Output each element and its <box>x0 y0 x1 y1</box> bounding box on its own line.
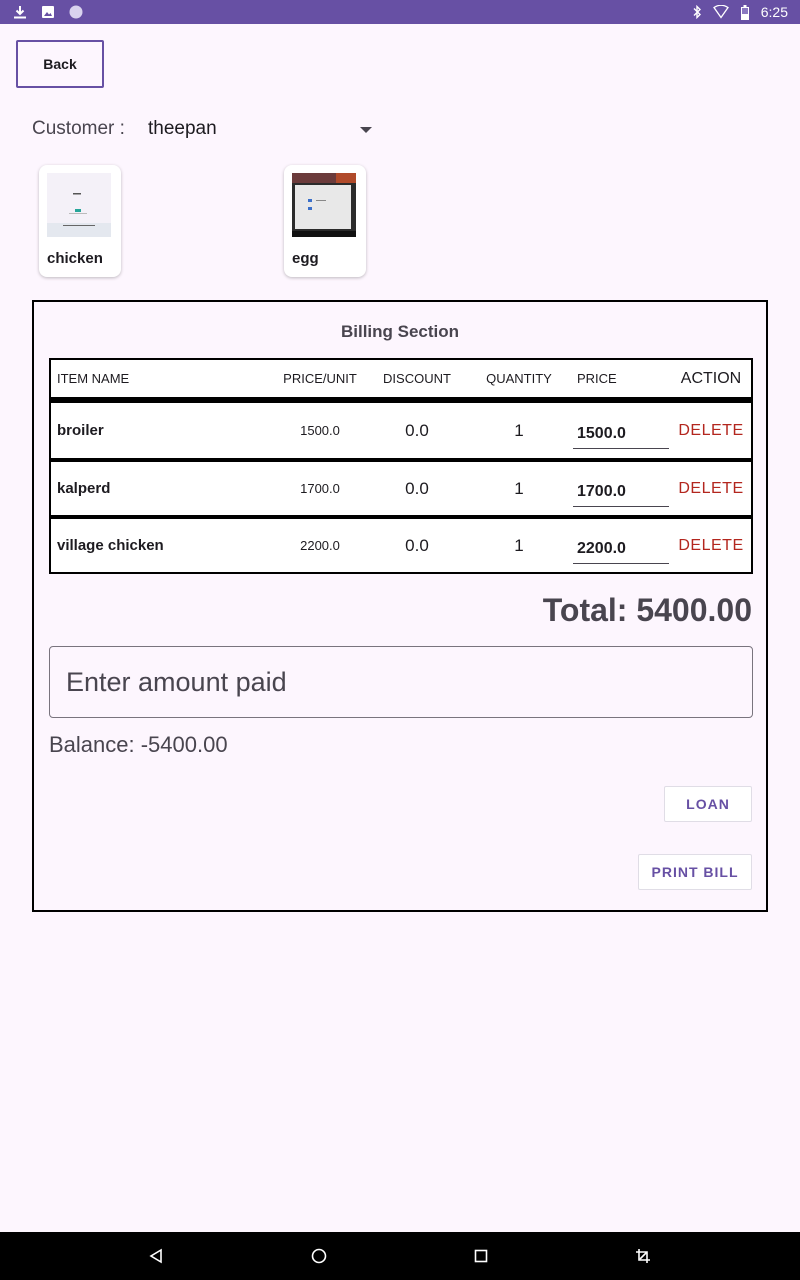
product-card-chicken[interactable]: chicken <box>39 165 121 277</box>
quantity-value: 1 <box>514 478 524 498</box>
item-name: village chicken <box>57 537 164 554</box>
back-button[interactable]: Back <box>16 40 104 88</box>
circle-icon <box>68 4 84 20</box>
quantity-value: 1 <box>514 420 524 440</box>
customer-label: Customer : <box>32 118 125 139</box>
product-name: egg <box>292 250 319 267</box>
quantity-value: 1 <box>514 535 524 555</box>
status-time: 6:25 <box>760 4 788 20</box>
battery-icon <box>737 4 753 20</box>
discount-value: 0.0 <box>405 535 429 555</box>
billing-title: Billing Section <box>340 322 460 341</box>
column-header: PRICE/UNIT <box>283 371 357 386</box>
dropdown-arrow-icon[interactable] <box>356 120 376 140</box>
back-icon[interactable] <box>146 1246 166 1266</box>
price-input[interactable] <box>573 478 669 507</box>
price-per-unit: 2200.0 <box>300 538 340 553</box>
bluetooth-icon <box>689 4 705 20</box>
download-icon <box>12 4 28 20</box>
delete-button[interactable]: DELETE <box>678 422 743 440</box>
discount-value: 0.0 <box>405 478 429 498</box>
column-header: DISCOUNT <box>383 371 451 386</box>
customer-select[interactable]: theepan <box>148 118 217 140</box>
status-bar: 6:25 <box>0 0 800 24</box>
bill-table: ITEM NAME PRICE/UNIT DISCOUNT QUANTITY P… <box>49 358 753 574</box>
loan-button[interactable]: LOAN <box>664 786 752 822</box>
product-card-egg[interactable]: egg <box>284 165 366 277</box>
home-icon[interactable] <box>309 1246 329 1266</box>
column-header: ACTION <box>680 369 742 387</box>
balance-text: Balance: -5400.00 <box>49 732 228 757</box>
item-name: broiler <box>57 422 104 439</box>
wifi-icon <box>712 4 729 20</box>
delete-button[interactable]: DELETE <box>678 480 743 498</box>
price-input[interactable] <box>573 535 669 564</box>
column-header: ITEM NAME <box>57 371 130 386</box>
discount-value: 0.0 <box>405 420 429 440</box>
table-row: broiler 1500.0 0.0 1 DELETE <box>49 401 753 460</box>
navigation-bar <box>0 1232 800 1280</box>
billing-section: Billing Section ITEM NAME PRICE/UNIT DIS… <box>32 300 768 912</box>
price-per-unit: 1700.0 <box>300 481 340 496</box>
total-amount: Total: 5400.00 <box>542 592 752 628</box>
table-row: village chicken 2200.0 0.0 1 DELETE <box>49 515 753 574</box>
column-header: QUANTITY <box>486 371 552 386</box>
print-bill-button[interactable]: PRINT BILL <box>638 854 752 890</box>
price-per-unit: 1500.0 <box>300 423 340 438</box>
recents-icon[interactable] <box>471 1246 491 1266</box>
item-name: kalperd <box>57 480 111 497</box>
screenshot-icon[interactable] <box>633 1246 653 1266</box>
image-icon <box>40 4 56 20</box>
product-image <box>47 173 111 237</box>
column-header: PRICE <box>577 371 617 386</box>
price-input[interactable] <box>573 420 669 449</box>
product-name: chicken <box>47 250 103 267</box>
table-row: kalperd 1700.0 0.0 1 DELETE <box>49 458 753 517</box>
delete-button[interactable]: DELETE <box>678 537 743 555</box>
table-header: ITEM NAME PRICE/UNIT DISCOUNT QUANTITY P… <box>49 358 753 401</box>
product-image <box>292 173 356 237</box>
amount-paid-input[interactable] <box>49 646 753 718</box>
